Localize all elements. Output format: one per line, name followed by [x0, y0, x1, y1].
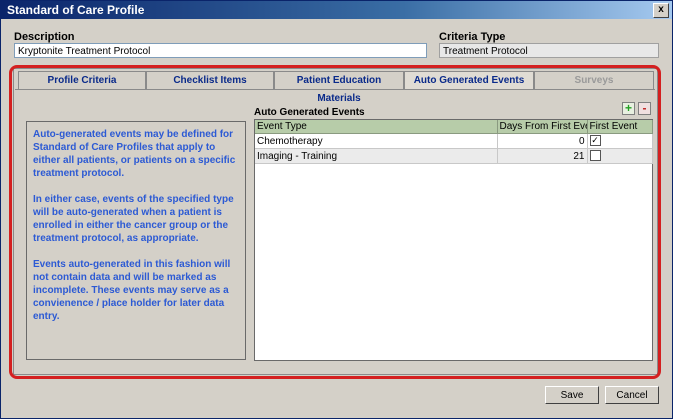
- window-title: Standard of Care Profile: [7, 3, 145, 17]
- criteria-type-field: Treatment Protocol: [439, 43, 659, 58]
- description-field[interactable]: Kryptonite Treatment Protocol: [14, 43, 427, 58]
- description-label: Description: [14, 31, 75, 43]
- title-bar: Standard of Care Profile x: [1, 1, 672, 19]
- close-button[interactable]: x: [653, 3, 669, 18]
- cancel-button[interactable]: Cancel: [605, 386, 659, 404]
- save-button[interactable]: Save: [545, 386, 599, 404]
- criteria-type-label: Criteria Type: [439, 31, 506, 43]
- highlight-frame: [9, 65, 661, 379]
- dialog-window: Standard of Care Profile x Description K…: [0, 0, 673, 419]
